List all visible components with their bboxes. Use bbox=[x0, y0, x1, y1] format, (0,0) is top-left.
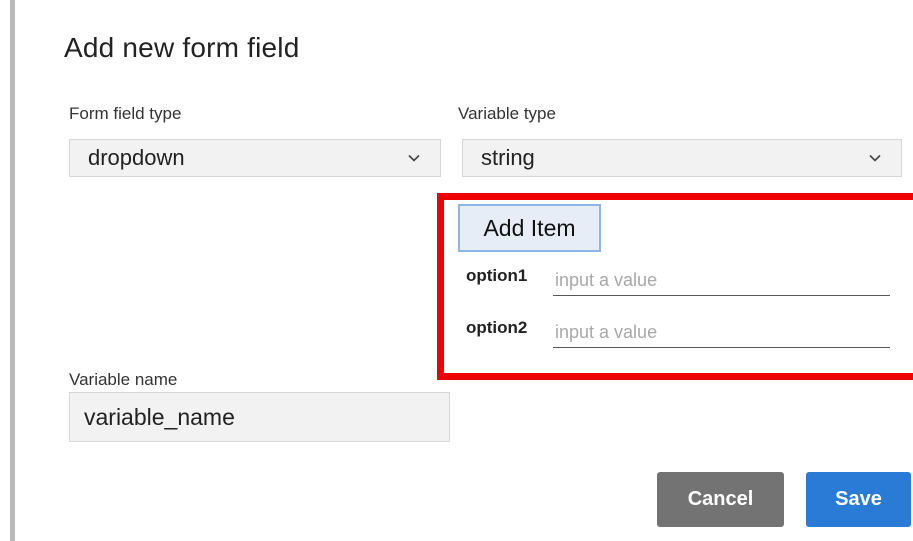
option2-label: option2 bbox=[466, 318, 528, 337]
variable-type-label: Variable type bbox=[458, 104, 556, 123]
form-field-type-select[interactable]: dropdown bbox=[69, 139, 441, 177]
variable-name-label: Variable name bbox=[69, 370, 178, 389]
variable-type-select[interactable]: string bbox=[462, 139, 902, 177]
variable-name-input[interactable] bbox=[69, 392, 450, 442]
option1-label: option1 bbox=[466, 266, 528, 285]
save-button[interactable]: Save bbox=[806, 472, 911, 527]
cancel-button[interactable]: Cancel bbox=[657, 472, 784, 527]
form-field-type-value: dropdown bbox=[88, 145, 185, 170]
option2-input[interactable] bbox=[553, 318, 890, 348]
chevron-down-icon bbox=[408, 154, 420, 162]
form-field-type-label: Form field type bbox=[69, 104, 182, 123]
dialog-left-border bbox=[10, 0, 15, 541]
dialog-title: Add new form field bbox=[64, 32, 300, 63]
add-item-button[interactable]: Add Item bbox=[458, 204, 601, 252]
option1-input[interactable] bbox=[553, 266, 890, 296]
chevron-down-icon bbox=[869, 154, 881, 162]
variable-type-value: string bbox=[481, 145, 535, 170]
